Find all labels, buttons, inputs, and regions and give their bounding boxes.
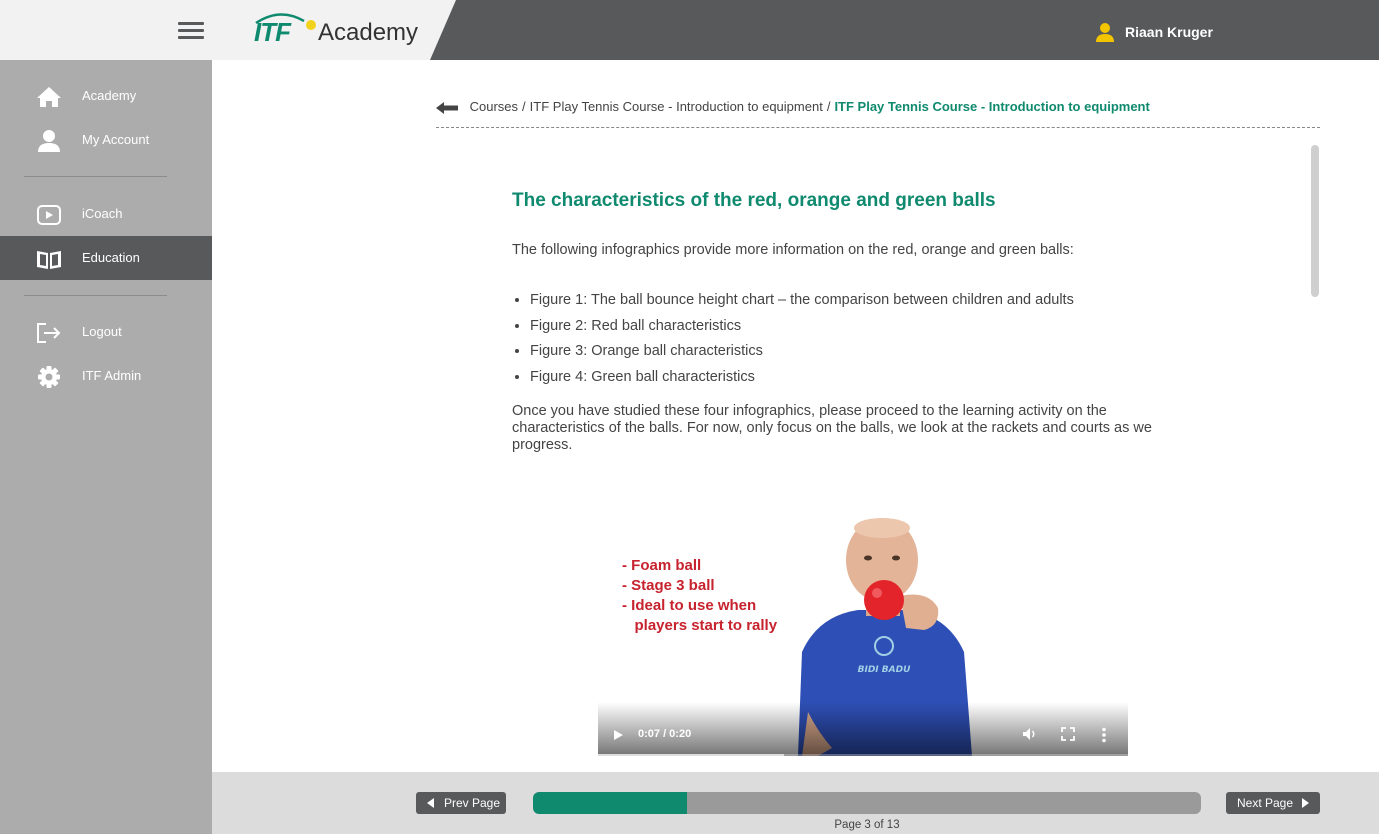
chevron-left-icon	[427, 798, 434, 808]
lesson-content: The characteristics of the red, orange a…	[512, 190, 1202, 453]
list-item: Figure 1: The ball bounce height chart –…	[530, 290, 1074, 316]
video-overlay-text: - Foam ball - Stage 3 ball - Ideal to us…	[622, 556, 777, 636]
logout-icon	[37, 323, 61, 343]
video-seek-fill	[598, 754, 784, 756]
sidebar-item-education[interactable]: Education	[0, 236, 212, 280]
scrollbar-thumb[interactable]	[1311, 145, 1319, 297]
sidebar-item-logout[interactable]: Logout	[0, 310, 212, 354]
breadcrumb-divider	[436, 127, 1320, 128]
chevron-right-icon	[1302, 798, 1309, 808]
logo-academy-text: Academy	[318, 19, 419, 46]
course-progress-bar	[533, 792, 1201, 814]
sidebar-item-label: Education	[82, 250, 140, 265]
content-scrollbar[interactable]	[1310, 145, 1320, 757]
more-options-icon[interactable]	[1101, 727, 1107, 743]
sidebar-item-label: ITF Admin	[82, 368, 142, 383]
sidebar: Academy My Account iCoach Education Logo	[0, 60, 212, 834]
list-item: Figure 4: Green ball characteristics	[530, 367, 1074, 393]
play-icon	[37, 205, 61, 225]
video-overlay-line: - Foam ball	[622, 557, 702, 574]
lesson-intro: The following infographics provide more …	[512, 242, 1074, 258]
video-time: 0:07 / 0:20	[638, 728, 692, 740]
fullscreen-icon[interactable]	[1061, 727, 1075, 741]
sidebar-item-icoach[interactable]: iCoach	[0, 192, 212, 236]
gear-icon	[38, 366, 60, 388]
breadcrumb-separator: /	[826, 99, 831, 114]
logo-itf-text: ITF	[254, 17, 291, 47]
lesson-outro: Once you have studied these four infogra…	[512, 403, 1152, 453]
video-overlay-line: - Stage 3 ball	[622, 577, 715, 594]
sidebar-item-itf-admin[interactable]: ITF Admin	[0, 354, 212, 398]
app-header: ITF Academy Riaan Kruger	[0, 0, 1379, 60]
lesson-title: The characteristics of the red, orange a…	[512, 190, 996, 211]
video-overlay-line: - Ideal to use when	[622, 597, 757, 614]
breadcrumb-link-course[interactable]: ITF Play Tennis Course - Introduction to…	[530, 99, 823, 114]
user-icon	[38, 130, 60, 152]
sidebar-item-label: Logout	[82, 324, 122, 339]
breadcrumb-current: ITF Play Tennis Course - Introduction to…	[834, 99, 1150, 114]
video-player[interactable]: - Foam ball - Stage 3 ball - Ideal to us…	[598, 512, 1128, 756]
hamburger-menu-icon[interactable]	[178, 22, 204, 40]
video-controls: 0:07 / 0:20	[598, 702, 1128, 756]
list-item: Figure 3: Orange ball characteristics	[530, 341, 1074, 367]
sidebar-divider	[24, 295, 167, 296]
prev-page-label: Prev Page	[444, 796, 501, 810]
back-arrow-icon[interactable]	[436, 101, 458, 114]
video-seek-bar[interactable]	[598, 754, 1128, 756]
prev-page-button[interactable]: Prev Page	[416, 792, 506, 814]
video-overlay-line: players start to rally	[622, 617, 778, 634]
page-footer: Prev Page Page 3 of 13 Next Page	[212, 772, 1379, 834]
breadcrumb-separator: /	[522, 99, 526, 114]
sidebar-item-my-account[interactable]: My Account	[0, 118, 212, 162]
play-icon[interactable]	[614, 730, 623, 740]
sidebar-item-label: Academy	[82, 88, 137, 103]
sidebar-item-academy[interactable]: Academy	[0, 74, 212, 118]
home-icon	[37, 87, 61, 107]
breadcrumb-link-courses[interactable]: Courses	[470, 99, 518, 114]
course-progress-fill	[533, 792, 687, 814]
book-icon	[37, 251, 61, 269]
next-page-button[interactable]: Next Page	[1226, 792, 1320, 814]
svg-text:BIDI BADU: BIDI BADU	[858, 665, 911, 675]
breadcrumb: Courses / ITF Play Tennis Course - Introdu…	[436, 99, 1150, 114]
volume-icon[interactable]	[1022, 727, 1038, 741]
sidebar-item-label: iCoach	[82, 206, 123, 221]
figure-list: Figure 1: The ball bounce height chart –…	[512, 290, 1074, 392]
sidebar-item-label: My Account	[82, 132, 150, 147]
tennis-ball-icon	[306, 20, 316, 30]
sidebar-divider	[24, 176, 167, 177]
next-page-label: Next Page	[1237, 796, 1294, 810]
list-item: Figure 2: Red ball characteristics	[530, 316, 1074, 342]
user-name: Riaan Kruger	[1125, 24, 1213, 40]
user-icon	[1096, 23, 1114, 42]
page-counter: Page 3 of 13	[834, 819, 900, 831]
